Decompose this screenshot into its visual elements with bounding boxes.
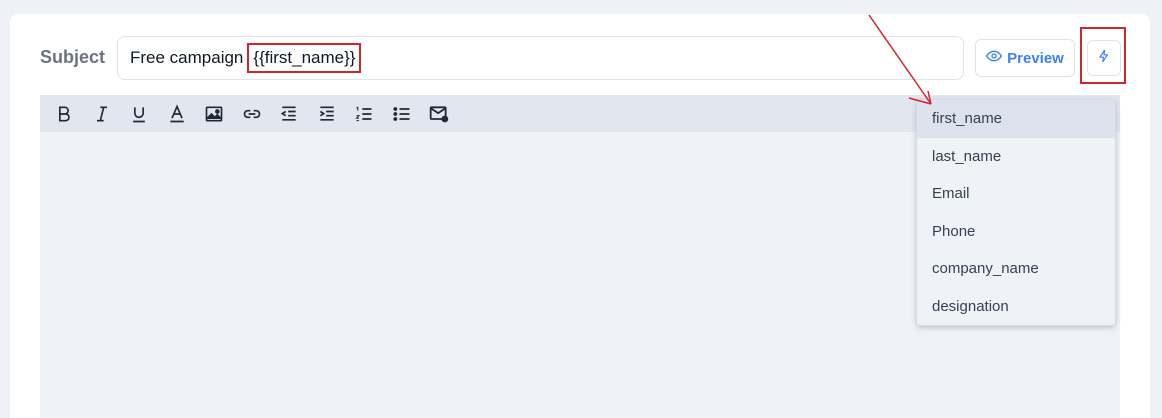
bold-icon	[59, 106, 70, 121]
ordered-list-icon	[355, 105, 372, 121]
placeholder-option[interactable]: Email	[917, 175, 1115, 213]
link-icon	[243, 109, 260, 118]
indent-button[interactable]	[313, 100, 341, 128]
placeholder-option[interactable]: company_name	[917, 250, 1115, 288]
indent-icon	[319, 106, 334, 121]
preview-label: Preview	[1007, 49, 1064, 67]
placeholder-token: {{first_name}}	[247, 43, 362, 73]
outdent-button[interactable]	[275, 100, 303, 128]
placeholder-option[interactable]: designation	[917, 288, 1115, 326]
eye-icon	[986, 48, 1003, 68]
placeholder-option[interactable]: last_name	[917, 138, 1115, 176]
underline-button[interactable]	[125, 100, 153, 128]
insert-placeholder-button[interactable]	[1087, 40, 1121, 76]
image-icon	[205, 106, 223, 121]
preview-button[interactable]: Preview	[975, 39, 1075, 77]
bullet-list-button[interactable]	[388, 100, 416, 128]
image-button[interactable]	[200, 100, 228, 128]
placeholder-dropdown: first_name last_name Email Phone company…	[916, 99, 1116, 326]
link-button[interactable]	[238, 100, 266, 128]
subject-text: Free campaign	[130, 48, 244, 67]
bullet-list-icon	[392, 106, 409, 121]
subject-label: Subject	[40, 47, 106, 67]
mail-icon	[429, 105, 449, 122]
outdent-icon	[280, 106, 296, 121]
placeholder-option[interactable]: first_name	[917, 100, 1115, 138]
bold-button[interactable]	[50, 100, 78, 128]
subject-input[interactable]: Free campaign {{first_name}}	[117, 36, 964, 80]
ordered-list-button[interactable]	[350, 100, 378, 128]
italic-icon	[96, 106, 107, 121]
font-color-button[interactable]	[163, 100, 191, 128]
italic-button[interactable]	[88, 100, 116, 128]
underline-icon	[133, 106, 145, 122]
email-template-button[interactable]	[425, 100, 453, 128]
placeholder-option[interactable]: Phone	[917, 213, 1115, 251]
font-color-icon	[169, 103, 184, 122]
lightning-icon	[1097, 48, 1111, 69]
